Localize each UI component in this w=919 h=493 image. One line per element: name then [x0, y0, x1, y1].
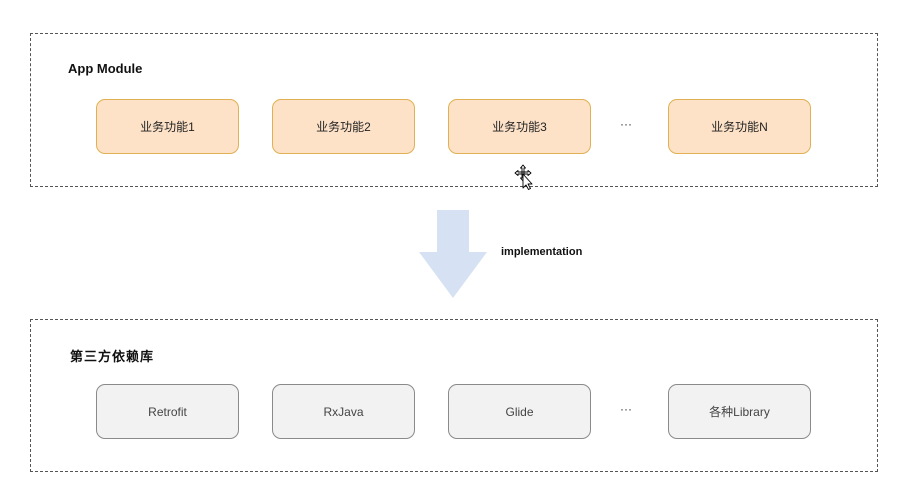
feature-ellipsis: ···: [620, 117, 632, 131]
app-module-title: App Module: [68, 61, 143, 76]
feature-box-2[interactable]: 业务功能2: [272, 99, 415, 154]
implementation-label: implementation: [501, 246, 583, 258]
library-box-retrofit[interactable]: Retrofit: [96, 384, 239, 439]
library-box-various[interactable]: 各种Library: [668, 384, 811, 439]
third-party-title: 第三方依赖库: [70, 349, 155, 364]
library-box-glide[interactable]: Glide: [448, 384, 591, 439]
library-box-rxjava[interactable]: RxJava: [272, 384, 415, 439]
feature-box-n[interactable]: 业务功能N: [668, 99, 811, 154]
down-arrow-icon: [419, 210, 487, 298]
feature-box-3[interactable]: 业务功能3: [448, 99, 591, 154]
feature-box-1[interactable]: 业务功能1: [96, 99, 239, 154]
move-cursor-icon: [514, 164, 533, 190]
library-ellipsis: ···: [620, 402, 632, 416]
